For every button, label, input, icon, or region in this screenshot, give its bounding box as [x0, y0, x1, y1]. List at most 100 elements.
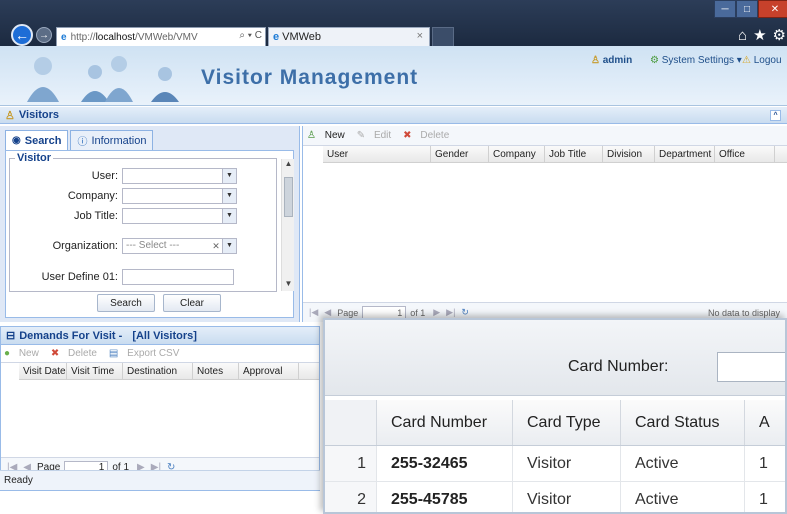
new-tab-button[interactable] — [432, 27, 454, 47]
table-row[interactable]: 2 255-45785 Visitor Active 1 — [325, 482, 785, 512]
collapse-button[interactable]: ^ — [770, 110, 781, 121]
column-job-title[interactable]: Job Title — [545, 146, 603, 162]
column-card-status[interactable]: Card Status — [621, 400, 745, 445]
of-label: of 1 — [410, 307, 426, 318]
browser-tab[interactable]: e VMWeb × — [268, 27, 430, 47]
clear-button[interactable]: Clear — [163, 294, 221, 312]
user-menu[interactable]: ♙ admin — [591, 55, 632, 66]
column-office[interactable]: Office — [715, 146, 775, 162]
prev-page-icon[interactable]: ◀ — [324, 307, 331, 318]
gear-icon[interactable]: ⚙ — [773, 27, 787, 44]
ie-logo-icon: e — [61, 31, 67, 43]
logout-link[interactable]: ⚠ Logou — [742, 55, 782, 66]
organization-value: --- Select --- — [126, 240, 180, 251]
username: admin — [602, 55, 633, 66]
ie-logo-icon: e — [273, 31, 280, 43]
app-title: Visitor Management — [201, 66, 419, 89]
add-icon: ● — [4, 348, 11, 359]
form-scrollbar[interactable]: ▲ ▼ — [281, 159, 294, 291]
address-tools[interactable]: ⌕ ▾ C — [239, 30, 262, 41]
demands-toolbar: ● New ✖ Delete ▤ Export CSV — [1, 345, 319, 363]
clear-icon[interactable]: ✕ — [210, 239, 222, 253]
job-title-combo[interactable]: ▼ — [122, 208, 237, 224]
collapse-icon[interactable]: ⊟ — [6, 329, 15, 342]
browser-toolbar: ← → e http://localhost/VMWeb/VMV ⌕ ▾ C e… — [0, 0, 787, 47]
new-demand-button[interactable]: ● New — [4, 348, 45, 359]
next-page-icon[interactable]: ▶ — [433, 307, 440, 318]
logout-icon: ⚠ — [742, 55, 751, 66]
search-region: ◉ Search ⓘ Information Visitor User: ▼ Com… — [0, 126, 300, 322]
edit-label: Edit — [373, 130, 392, 141]
status-bar: Ready — [0, 470, 320, 490]
company-label: Company: — [67, 190, 118, 202]
card-status-cell: Active — [621, 446, 745, 481]
chevron-down-icon[interactable]: ▼ — [222, 209, 236, 223]
star-icon[interactable]: ★ — [753, 27, 772, 44]
column-department[interactable]: Department — [655, 146, 715, 162]
minimize-button[interactable]: ─ — [714, 0, 736, 18]
address-host: localhost — [95, 31, 136, 43]
column-division[interactable]: Division — [603, 146, 655, 162]
column-visit-date[interactable]: Visit Date — [19, 363, 67, 379]
column-company[interactable]: Company — [489, 146, 545, 162]
card-number-input[interactable] — [717, 352, 785, 382]
demands-title: Demands For Visit - — [19, 329, 123, 342]
scroll-down-icon[interactable]: ▼ — [282, 279, 295, 291]
first-page-icon[interactable]: |◀ — [309, 307, 318, 318]
export-csv-button[interactable]: ▤ Export CSV — [109, 348, 185, 359]
chevron-down-icon[interactable]: ▼ — [222, 239, 236, 253]
column-visit-time[interactable]: Visit Time — [67, 363, 123, 379]
column-a[interactable]: A — [745, 400, 785, 445]
user-define-label: User Define 01: — [41, 271, 118, 283]
delete-icon: ✖ — [50, 348, 60, 359]
user-combo[interactable]: ▼ — [122, 168, 237, 184]
chevron-down-icon[interactable]: ▼ — [222, 189, 236, 203]
logout-label: Logou — [753, 55, 782, 66]
row-number: 2 — [325, 482, 377, 512]
last-page-icon[interactable]: ▶| — [446, 307, 455, 318]
tab-search[interactable]: ◉ Search — [5, 130, 69, 150]
delete-demand-button[interactable]: ✖ Delete — [51, 348, 103, 359]
visitors-grid-panel: ♙ New ✎ Edit ✖ Delete User Gender Compan… — [302, 126, 787, 322]
arrow-left-icon: ← — [15, 27, 29, 43]
delete-label: Delete — [420, 130, 450, 141]
system-settings-menu[interactable]: ⚙ System Settings ▾ — [650, 55, 742, 66]
column-approval[interactable]: Approval — [239, 363, 299, 379]
job-title-row: Job Title: ▼ — [10, 208, 237, 224]
table-row[interactable]: 1 255-32465 Visitor Active 1 — [325, 446, 785, 482]
job-title-label: Job Title: — [73, 210, 118, 222]
card-number-label: Card Number: — [568, 358, 669, 375]
organization-row: Organization: --- Select --- ✕ ▼ — [10, 238, 237, 254]
column-gender[interactable]: Gender — [431, 146, 489, 162]
scroll-up-icon[interactable]: ▲ — [282, 159, 295, 171]
column-notes[interactable]: Notes — [193, 363, 239, 379]
close-button[interactable]: ✕ — [758, 0, 787, 18]
scroll-thumb[interactable] — [284, 177, 293, 217]
new-visitor-button[interactable]: ♙ New — [307, 130, 351, 141]
tab-information[interactable]: ⓘ Information — [70, 130, 154, 150]
column-user[interactable]: User — [323, 146, 431, 162]
visitors-icon: ♙ — [5, 109, 15, 122]
user-define-input[interactable] — [122, 269, 234, 285]
column-card-type[interactable]: Card Type — [513, 400, 621, 445]
demands-filter: [All Visitors] — [132, 329, 197, 342]
refresh-icon[interactable]: ↻ — [461, 307, 469, 318]
column-destination[interactable]: Destination — [123, 363, 193, 379]
visitors-panel-header: ♙ Visitors ^ — [0, 107, 787, 124]
tab-close-button[interactable]: × — [417, 30, 423, 42]
column-card-number[interactable]: Card Number — [377, 400, 513, 445]
company-combo[interactable]: ▼ — [122, 188, 237, 204]
forward-button[interactable]: → — [36, 27, 52, 43]
card-type-cell: Visitor — [513, 482, 621, 512]
address-bar[interactable]: e http://localhost/VMWeb/VMV ⌕ ▾ C — [56, 27, 266, 47]
maximize-button[interactable]: □ — [736, 0, 758, 18]
info-icon: ⓘ — [77, 137, 88, 148]
organization-combo[interactable]: --- Select --- ✕ ▼ — [122, 238, 237, 254]
home-icon[interactable]: ⌂ — [738, 27, 753, 44]
delete-visitor-button[interactable]: ✖ Delete — [403, 130, 455, 141]
card-number-cell: 255-45785 — [377, 482, 513, 512]
search-button[interactable]: Search — [97, 294, 155, 312]
back-button[interactable]: ← — [11, 24, 33, 46]
chevron-down-icon[interactable]: ▼ — [222, 169, 236, 183]
edit-visitor-button[interactable]: ✎ Edit — [357, 130, 397, 141]
